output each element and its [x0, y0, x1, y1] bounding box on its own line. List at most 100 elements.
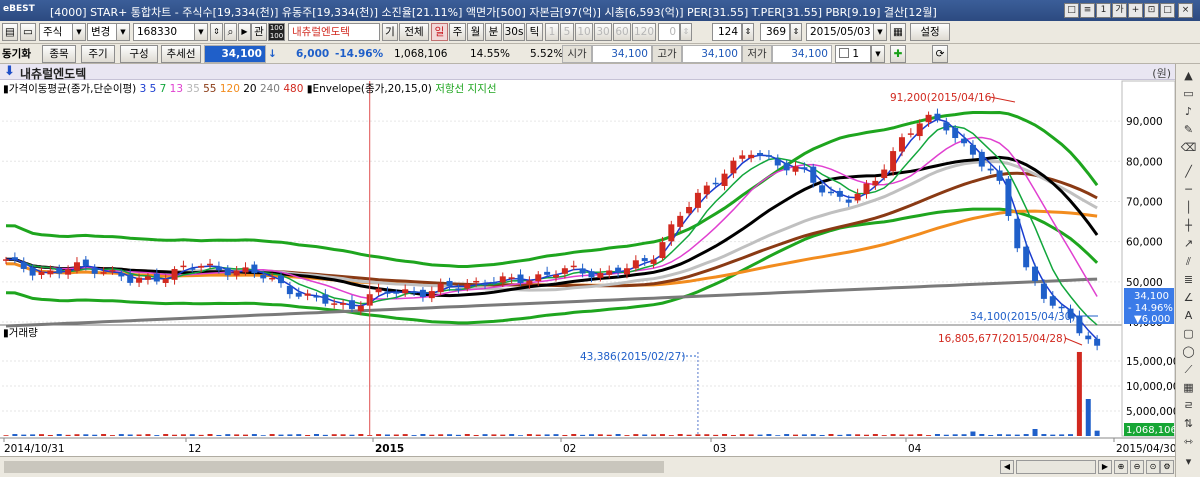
zoom-in-icon[interactable]: ⊕: [1114, 460, 1128, 474]
price-legend[interactable]: ▮가격이동평균(종가,단순이평) 3 5 7 13 35 55 120 20 2…: [3, 81, 497, 96]
date-input[interactable]: 2015/05/03: [806, 23, 874, 41]
minute-60-button[interactable]: 60: [613, 23, 631, 41]
measure-icon[interactable]: ⇿: [1180, 434, 1197, 450]
search-icon[interactable]: ⌕: [224, 23, 237, 41]
ratio-button[interactable]: 관: [251, 23, 267, 41]
period-30s-button[interactable]: 30s: [503, 23, 525, 41]
period-button[interactable]: 기: [382, 23, 398, 41]
angle-icon[interactable]: ∠: [1180, 290, 1197, 306]
all-button[interactable]: 전체: [399, 23, 429, 41]
candle-body: [952, 127, 959, 139]
volume-bar: [1014, 434, 1020, 436]
item-button[interactable]: 종목: [42, 45, 76, 63]
period-tick-button[interactable]: 틱: [526, 23, 543, 41]
vline-icon[interactable]: │: [1180, 200, 1197, 216]
magnet-icon[interactable]: ♪: [1180, 104, 1197, 120]
total-spin-icon[interactable]: ⇕: [790, 23, 802, 41]
volume-bar: [997, 434, 1003, 436]
cross-icon[interactable]: ┼: [1180, 218, 1197, 234]
period-icon[interactable]: ⇅: [1180, 416, 1197, 432]
sync-label[interactable]: 동기화: [2, 45, 31, 63]
play-icon[interactable]: ▶: [238, 23, 251, 41]
chart-scrollbar[interactable]: ◀ ▶ ⊕ ⊖ ⊙ ⚙: [0, 456, 1175, 477]
compose-button[interactable]: 구성: [120, 45, 158, 63]
chevron-down-icon[interactable]: ▼: [871, 45, 885, 63]
text-icon[interactable]: A: [1180, 308, 1197, 324]
font-size-button[interactable]: 가: [1112, 3, 1127, 18]
trendline-button[interactable]: 추세선: [161, 45, 201, 63]
arrow-up-icon[interactable]: ↗: [1180, 236, 1197, 252]
chevron-down-icon[interactable]: ▼: [72, 23, 86, 41]
trendline-icon[interactable]: ╱: [1180, 164, 1197, 180]
chart-menu-icon[interactable]: ▤: [2, 23, 18, 41]
scroll-track[interactable]: [4, 461, 664, 473]
rect-icon[interactable]: ▢: [1180, 326, 1197, 342]
period-day-button[interactable]: 일: [431, 23, 448, 41]
eraser-icon[interactable]: ⌫: [1180, 140, 1197, 156]
candle-body: [464, 284, 471, 289]
close-icon[interactable]: ×: [1178, 3, 1193, 18]
cycle-button[interactable]: 주기: [81, 45, 115, 63]
fibo-icon[interactable]: ≣: [1180, 272, 1197, 288]
minute-120-button[interactable]: 120: [632, 23, 656, 41]
tick-spin-icon[interactable]: ⇕: [680, 23, 692, 41]
screen-icon[interactable]: ▭: [20, 23, 36, 41]
menu-icon[interactable]: ≡: [1080, 3, 1095, 18]
zoom-reset-icon[interactable]: ⊙: [1146, 460, 1160, 474]
page-select[interactable]: 1: [835, 45, 871, 63]
chevron-down-icon[interactable]: ▼: [116, 23, 130, 41]
chart-area[interactable]: 90,00080,00070,00060,00050,00040,00015,0…: [0, 64, 1175, 477]
minute-30-button[interactable]: 30: [594, 23, 612, 41]
link-1-button[interactable]: 1: [1096, 3, 1111, 18]
x-axis-label: 2015: [375, 443, 404, 455]
wrench-icon[interactable]: ⚙: [1160, 460, 1174, 474]
refresh-icon[interactable]: ⟳: [932, 45, 948, 63]
minute-10-button[interactable]: 10: [575, 23, 593, 41]
volume-bar: [748, 434, 754, 436]
draw-icon[interactable]: ✎: [1180, 122, 1197, 138]
price-axis-label: 60,000: [1126, 237, 1163, 249]
gann-icon[interactable]: ⟋: [1180, 362, 1197, 378]
add-icon[interactable]: ✚: [890, 45, 906, 63]
zigzag-icon[interactable]: ㄹ: [1180, 398, 1197, 414]
scroll-left-icon[interactable]: ◀: [1000, 460, 1014, 474]
scale-icon[interactable]: 100 100: [268, 23, 285, 41]
change-select[interactable]: 변경: [87, 23, 117, 41]
chevron-down-icon[interactable]: ▼: [194, 23, 208, 41]
add-window-button[interactable]: +: [1128, 3, 1143, 18]
restore-icon[interactable]: □: [1064, 3, 1079, 18]
ellipse-icon[interactable]: ◯: [1180, 344, 1197, 360]
minute-5-button[interactable]: 5: [560, 23, 574, 41]
cursor-icon[interactable]: ▲: [1180, 68, 1197, 84]
stock-code-input[interactable]: 168330: [133, 23, 195, 41]
spin-icon[interactable]: ⇕: [210, 23, 223, 41]
period-minute-button[interactable]: 분: [485, 23, 502, 41]
period-month-button[interactable]: 월: [467, 23, 484, 41]
checkbox-icon[interactable]: [839, 48, 849, 58]
toolbar-scroll-icon[interactable]: ▾: [1180, 454, 1197, 470]
view-count-input[interactable]: 124: [712, 23, 742, 41]
chart-canvas[interactable]: 90,00080,00070,00060,00050,00040,00015,0…: [0, 64, 1175, 456]
total-count-input[interactable]: 369: [760, 23, 790, 41]
period-week-button[interactable]: 주: [449, 23, 466, 41]
settings-button[interactable]: 설정: [910, 23, 950, 41]
legend-ma240: 240: [259, 83, 280, 95]
select-icon[interactable]: ▭: [1180, 86, 1197, 102]
minimize-icon[interactable]: ⊡: [1144, 3, 1159, 18]
channel-icon[interactable]: ⫽: [1180, 254, 1197, 270]
calendar-icon[interactable]: ▦: [890, 23, 906, 41]
hline-icon[interactable]: ─: [1180, 182, 1197, 198]
chevron-down-icon[interactable]: ▼: [873, 23, 887, 41]
volume-legend[interactable]: ▮거래량: [3, 325, 38, 340]
minute-1-button[interactable]: 1: [545, 23, 559, 41]
maximize-icon[interactable]: □: [1160, 3, 1175, 18]
market-select[interactable]: 주식: [39, 23, 73, 41]
scroll-right-icon[interactable]: ▶: [1098, 460, 1112, 474]
zoom-out-icon[interactable]: ⊖: [1130, 460, 1144, 474]
volume-ratio-1: 14.55%: [470, 48, 511, 60]
tick-value-input[interactable]: 0: [658, 23, 680, 41]
view-spin-icon[interactable]: ⇕: [742, 23, 754, 41]
scroll-thumb-small[interactable]: [1016, 460, 1096, 474]
grid-icon[interactable]: ▦: [1180, 380, 1197, 396]
candle-body: [455, 288, 462, 291]
